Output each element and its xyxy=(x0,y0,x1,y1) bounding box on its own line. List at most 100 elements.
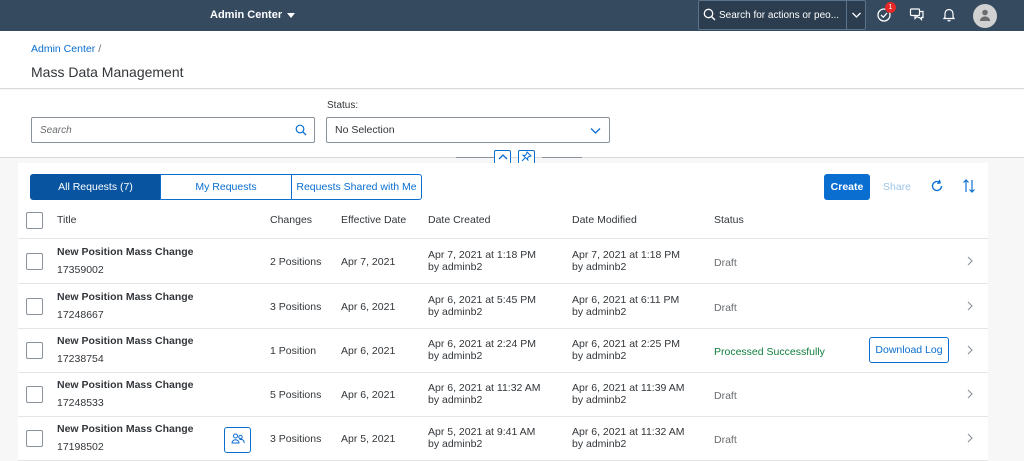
search-scope-dropdown[interactable] xyxy=(846,1,865,29)
row-id: 17359002 xyxy=(57,264,104,276)
app-title: Admin Center xyxy=(210,9,283,21)
column-effective-date[interactable]: Effective Date xyxy=(341,214,406,226)
row-id: 17248667 xyxy=(57,309,104,321)
status-filter-label: Status: xyxy=(327,100,359,111)
row-checkbox[interactable] xyxy=(26,253,43,270)
row-checkbox[interactable] xyxy=(26,430,43,447)
row-effective-date: Apr 6, 2021 xyxy=(341,301,396,313)
modified-by: by adminb2 xyxy=(572,261,627,273)
row-effective-date: Apr 6, 2021 xyxy=(341,389,396,401)
search-field[interactable] xyxy=(31,117,315,143)
table-row[interactable]: New Position Mass Change 17238754 1 Posi… xyxy=(18,329,988,373)
tab-requests-shared[interactable]: Requests Shared with Me xyxy=(291,174,422,200)
created-by: by adminb2 xyxy=(428,306,483,318)
request-tabs: All Requests (7) My Requests Requests Sh… xyxy=(30,174,422,200)
row-changes: 3 Positions xyxy=(270,433,322,445)
row-effective-date: Apr 5, 2021 xyxy=(341,433,396,445)
column-title[interactable]: Title xyxy=(57,214,76,226)
feedback-button[interactable] xyxy=(905,3,929,27)
modified-by: by adminb2 xyxy=(572,350,627,362)
row-title: New Position Mass Change xyxy=(57,246,194,258)
row-status: Draft xyxy=(714,257,737,269)
create-button[interactable]: Create xyxy=(824,174,870,200)
chevron-down-icon xyxy=(590,126,601,138)
shared-users-button[interactable] xyxy=(224,427,251,453)
shared-users-icon xyxy=(230,433,245,448)
breadcrumb-separator: / xyxy=(98,43,102,55)
row-id: 17238754 xyxy=(57,353,104,365)
refresh-button[interactable] xyxy=(928,178,946,196)
app-title-menu[interactable]: Admin Center xyxy=(210,0,296,31)
modified-datetime: Apr 7, 2021 at 1:18 PM xyxy=(572,249,680,261)
download-log-button[interactable]: Download Log xyxy=(869,337,949,363)
user-avatar[interactable] xyxy=(973,4,997,28)
row-checkbox[interactable] xyxy=(26,386,43,403)
column-status[interactable]: Status xyxy=(714,214,744,226)
refresh-icon xyxy=(930,179,944,196)
row-title: New Position Mass Change xyxy=(57,423,194,435)
modified-by: by adminb2 xyxy=(572,306,627,318)
breadcrumb-link-admin-center[interactable]: Admin Center xyxy=(31,43,95,55)
table-row[interactable]: New Position Mass Change 17198502 3 Posi… xyxy=(18,417,988,461)
row-date-created: Apr 6, 2021 at 5:45 PM by adminb2 xyxy=(428,294,536,318)
select-all-checkbox[interactable] xyxy=(26,212,43,229)
filter-bar: Status: No Selection xyxy=(0,90,1024,158)
created-datetime: Apr 6, 2021 at 2:24 PM xyxy=(428,338,536,350)
tab-my-requests[interactable]: My Requests xyxy=(160,174,292,200)
notification-badge: 1 xyxy=(885,2,896,13)
requests-card: All Requests (7) My Requests Requests Sh… xyxy=(18,163,988,461)
page-header: Admin Center / Mass Data Management xyxy=(0,31,1024,89)
page-title: Mass Data Management xyxy=(31,64,184,80)
row-checkbox[interactable] xyxy=(26,298,43,315)
row-changes: 2 Positions xyxy=(270,256,322,268)
header-collapse-controls xyxy=(456,150,582,166)
row-effective-date: Apr 7, 2021 xyxy=(341,256,396,268)
chevron-right-icon[interactable] xyxy=(966,432,974,447)
status-select[interactable]: No Selection xyxy=(326,117,610,143)
created-by: by adminb2 xyxy=(428,394,483,406)
modified-datetime: Apr 6, 2021 at 2:25 PM xyxy=(572,338,680,350)
row-status: Draft xyxy=(714,390,737,402)
column-date-modified[interactable]: Date Modified xyxy=(572,214,637,226)
todo-button[interactable]: 1 xyxy=(872,2,896,27)
modified-by: by adminb2 xyxy=(572,438,627,450)
modified-datetime: Apr 6, 2021 at 11:32 AM xyxy=(572,426,685,438)
notifications-button[interactable] xyxy=(937,3,961,27)
chat-bubbles-icon xyxy=(909,6,925,25)
search-input[interactable] xyxy=(40,123,290,138)
created-datetime: Apr 5, 2021 at 9:41 AM xyxy=(428,426,536,438)
sort-button[interactable] xyxy=(960,178,978,196)
column-changes[interactable]: Changes xyxy=(270,214,312,226)
column-date-created[interactable]: Date Created xyxy=(428,214,490,226)
chevron-right-icon[interactable] xyxy=(966,388,974,403)
chevron-right-icon[interactable] xyxy=(966,300,974,315)
created-by: by adminb2 xyxy=(428,261,483,273)
table-row[interactable]: New Position Mass Change 17359002 2 Posi… xyxy=(18,240,988,284)
row-changes: 1 Position xyxy=(270,345,317,357)
row-id: 17248533 xyxy=(57,397,104,409)
tab-all-requests[interactable]: All Requests (7) xyxy=(30,174,161,200)
table-row[interactable]: New Position Mass Change 17248667 3 Posi… xyxy=(18,285,988,329)
row-title: New Position Mass Change xyxy=(57,379,194,391)
chevron-right-icon[interactable] xyxy=(966,344,974,359)
row-checkbox[interactable] xyxy=(26,342,43,359)
bell-icon xyxy=(941,6,957,25)
row-effective-date: Apr 6, 2021 xyxy=(341,345,396,357)
share-button[interactable]: Share xyxy=(876,174,918,200)
search-icon[interactable] xyxy=(295,124,307,139)
row-date-modified: Apr 6, 2021 at 2:25 PM by adminb2 xyxy=(572,338,680,362)
divider-line xyxy=(542,157,582,158)
global-search[interactable] xyxy=(698,0,866,30)
table-header: Title Changes Effective Date Date Create… xyxy=(18,204,988,239)
row-title: New Position Mass Change xyxy=(57,335,194,347)
created-by: by adminb2 xyxy=(428,350,483,362)
chevron-right-icon[interactable] xyxy=(966,255,974,270)
global-search-input[interactable] xyxy=(719,7,843,24)
row-status: Draft xyxy=(714,302,737,314)
table-row[interactable]: New Position Mass Change 17248533 5 Posi… xyxy=(18,373,988,417)
row-date-modified: Apr 6, 2021 at 6:11 PM by adminb2 xyxy=(572,294,679,318)
modified-datetime: Apr 6, 2021 at 6:11 PM xyxy=(572,294,680,306)
caret-down-icon xyxy=(287,12,296,18)
row-status: Processed Successfully xyxy=(714,346,825,358)
created-datetime: Apr 6, 2021 at 5:45 PM xyxy=(428,294,536,306)
